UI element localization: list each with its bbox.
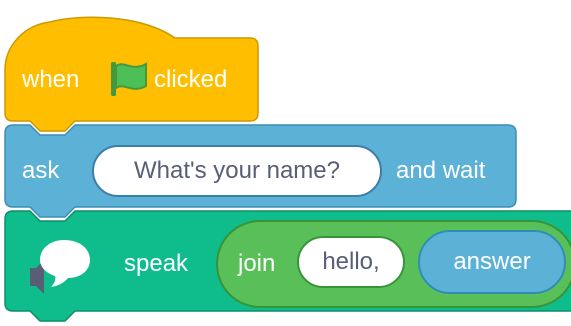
and-wait-label: and wait <box>396 157 486 184</box>
when-label: when <box>22 66 80 93</box>
question-input[interactable]: What's your name? <box>92 145 382 197</box>
speech-bubble-icon <box>30 240 90 294</box>
join-first-input[interactable]: hello, <box>297 236 405 288</box>
ask-label: ask <box>22 157 60 184</box>
green-flag-icon <box>111 62 147 96</box>
clicked-label: clicked <box>154 66 228 93</box>
join-label: join <box>238 250 276 277</box>
speak-label: speak <box>124 250 189 277</box>
scratch-script-canvas: when clicked ask What's your name? and w… <box>0 0 571 326</box>
answer-reporter[interactable]: answer <box>418 230 566 294</box>
